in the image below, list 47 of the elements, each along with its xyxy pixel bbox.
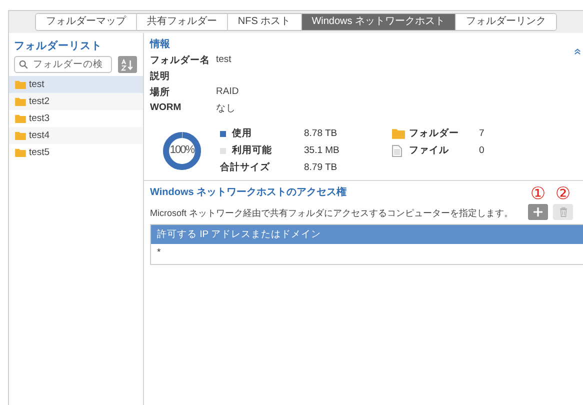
table-cell: * xyxy=(150,244,583,264)
legend-value: 8.78 TB xyxy=(304,128,338,139)
plus-icon xyxy=(533,207,543,217)
field-label: フォルダー名 xyxy=(150,54,211,67)
column-header: 許可する IP アドレスまたはドメイン xyxy=(150,224,583,244)
folder-item[interactable]: test xyxy=(9,76,143,93)
callout-number: ① xyxy=(530,185,546,203)
folder-item[interactable]: test5 xyxy=(9,144,143,161)
count-label: ファイル xyxy=(409,144,449,157)
folder-icon xyxy=(15,80,26,89)
folder-icon xyxy=(15,131,26,140)
folder-item[interactable]: test4 xyxy=(9,127,143,144)
folder-item[interactable]: test3 xyxy=(9,110,143,127)
field-label: WORM xyxy=(150,102,182,115)
file-icon xyxy=(392,144,402,156)
field-value: RAID xyxy=(216,86,240,99)
field-value: test xyxy=(216,54,232,67)
section-title: 情報 xyxy=(150,38,171,51)
field-value: なし xyxy=(216,102,237,115)
field-label: 説明 xyxy=(150,70,171,83)
usage-percent: 100% xyxy=(168,144,196,156)
search-field[interactable]: フォルダーの検 xyxy=(14,56,112,73)
section-title: Windows ネットワークホストのアクセス権 xyxy=(150,186,348,199)
total-label: 合計サイズ xyxy=(220,161,271,174)
sort-icon xyxy=(121,58,134,70)
add-button[interactable] xyxy=(528,204,548,220)
folder-icon xyxy=(15,97,26,106)
trash-icon xyxy=(558,207,568,217)
legend-label: 使用 xyxy=(232,127,253,140)
description-text: Microsoft ネットワーク経由で共有フォルダにアクセスするコンピューターを指定します。 xyxy=(150,208,514,220)
legend-label: 利用可能 xyxy=(232,144,273,157)
count-label: フォルダー xyxy=(409,127,459,140)
count-value: 0 xyxy=(479,145,484,156)
panel-title: フォルダーリスト xyxy=(13,39,103,54)
count-value: 7 xyxy=(479,128,484,139)
callout-number: ② xyxy=(555,185,571,203)
legend-value: 35.1 MB xyxy=(304,145,340,156)
total-value: 8.79 TB xyxy=(304,162,338,173)
tab[interactable]: Windows ネットワークホスト xyxy=(300,14,456,30)
search-icon xyxy=(19,60,28,69)
folder-icon xyxy=(15,114,26,123)
folder-icon xyxy=(15,148,26,157)
folder-icon xyxy=(392,128,405,139)
tab[interactable]: フォルダーリンク xyxy=(455,14,556,30)
folder-item[interactable]: test2 xyxy=(9,93,143,110)
field-label: 場所 xyxy=(150,86,171,99)
sort-button[interactable] xyxy=(118,56,137,73)
